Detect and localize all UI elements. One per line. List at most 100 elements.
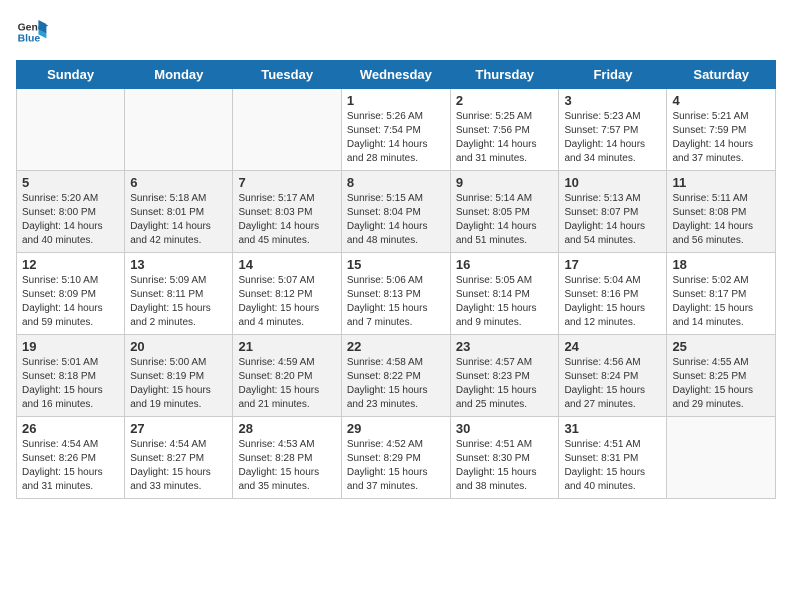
day-number: 21 (238, 339, 335, 354)
day-info: Sunrise: 4:54 AM Sunset: 8:26 PM Dayligh… (22, 438, 119, 494)
day-info: Sunrise: 5:15 AM Sunset: 8:04 PM Dayligh… (347, 192, 445, 248)
day-header-tuesday: Tuesday (233, 61, 341, 89)
day-header-friday: Friday (559, 61, 667, 89)
day-number: 13 (130, 257, 227, 272)
day-number: 20 (130, 339, 227, 354)
day-number: 18 (672, 257, 770, 272)
day-number: 6 (130, 175, 227, 190)
day-info: Sunrise: 4:53 AM Sunset: 8:28 PM Dayligh… (238, 438, 335, 494)
day-number: 5 (22, 175, 119, 190)
calendar-cell: 31 Sunrise: 4:51 AM Sunset: 8:31 PM Dayli… (559, 417, 667, 499)
day-number: 19 (22, 339, 119, 354)
day-info: Sunrise: 5:21 AM Sunset: 7:59 PM Dayligh… (672, 110, 770, 166)
calendar-cell: 27 Sunrise: 4:54 AM Sunset: 8:27 PM Dayli… (125, 417, 233, 499)
calendar-cell: 5 Sunrise: 5:20 AM Sunset: 8:00 PM Daylig… (17, 171, 125, 253)
day-info: Sunrise: 5:23 AM Sunset: 7:57 PM Dayligh… (564, 110, 661, 166)
day-info: Sunrise: 5:06 AM Sunset: 8:13 PM Dayligh… (347, 274, 445, 330)
day-info: Sunrise: 5:14 AM Sunset: 8:05 PM Dayligh… (456, 192, 554, 248)
day-info: Sunrise: 5:10 AM Sunset: 8:09 PM Dayligh… (22, 274, 119, 330)
day-info: Sunrise: 5:09 AM Sunset: 8:11 PM Dayligh… (130, 274, 227, 330)
calendar-cell (233, 89, 341, 171)
calendar-cell: 20 Sunrise: 5:00 AM Sunset: 8:19 PM Dayli… (125, 335, 233, 417)
day-header-monday: Monday (125, 61, 233, 89)
day-info: Sunrise: 4:54 AM Sunset: 8:27 PM Dayligh… (130, 438, 227, 494)
calendar-cell: 23Sunrise: 4:57 AM Sunset: 8:23 PM Dayli… (450, 335, 559, 417)
day-number: 12 (22, 257, 119, 272)
calendar-cell: 7 Sunrise: 5:17 AM Sunset: 8:03 PM Daylig… (233, 171, 341, 253)
calendar-cell: 6 Sunrise: 5:18 AM Sunset: 8:01 PM Daylig… (125, 171, 233, 253)
day-number: 9 (456, 175, 554, 190)
calendar-cell: 2Sunrise: 5:25 AM Sunset: 7:56 PM Daylig… (450, 89, 559, 171)
day-info: Sunrise: 5:17 AM Sunset: 8:03 PM Dayligh… (238, 192, 335, 248)
day-info: Sunrise: 5:20 AM Sunset: 8:00 PM Dayligh… (22, 192, 119, 248)
day-info: Sunrise: 5:25 AM Sunset: 7:56 PM Dayligh… (456, 110, 554, 166)
page-header: General Blue (16, 16, 776, 48)
day-number: 11 (672, 175, 770, 190)
day-info: Sunrise: 4:59 AM Sunset: 8:20 PM Dayligh… (238, 356, 335, 412)
calendar-cell: 16Sunrise: 5:05 AM Sunset: 8:14 PM Dayli… (450, 253, 559, 335)
day-info: Sunrise: 4:51 AM Sunset: 8:30 PM Dayligh… (456, 438, 554, 494)
calendar-cell: 18 Sunrise: 5:02 AM Sunset: 8:17 PM Dayli… (667, 253, 776, 335)
calendar-cell: 21 Sunrise: 4:59 AM Sunset: 8:20 PM Dayli… (233, 335, 341, 417)
day-info: Sunrise: 5:02 AM Sunset: 8:17 PM Dayligh… (672, 274, 770, 330)
calendar-cell: 29 Sunrise: 4:52 AM Sunset: 8:29 PM Dayli… (341, 417, 450, 499)
day-header-thursday: Thursday (450, 61, 559, 89)
calendar-cell: 4 Sunrise: 5:21 AM Sunset: 7:59 PM Daylig… (667, 89, 776, 171)
day-header-sunday: Sunday (17, 61, 125, 89)
day-number: 3 (564, 93, 661, 108)
calendar-cell: 26 Sunrise: 4:54 AM Sunset: 8:26 PM Dayli… (17, 417, 125, 499)
day-info: Sunrise: 4:51 AM Sunset: 8:31 PM Dayligh… (564, 438, 661, 494)
day-number: 27 (130, 421, 227, 436)
day-number: 17 (564, 257, 661, 272)
day-info: Sunrise: 5:11 AM Sunset: 8:08 PM Dayligh… (672, 192, 770, 248)
day-info: Sunrise: 5:13 AM Sunset: 8:07 PM Dayligh… (564, 192, 661, 248)
calendar-cell: 25Sunrise: 4:55 AM Sunset: 8:25 PM Dayli… (667, 335, 776, 417)
day-info: Sunrise: 4:56 AM Sunset: 8:24 PM Dayligh… (564, 356, 661, 412)
day-number: 29 (347, 421, 445, 436)
day-number: 8 (347, 175, 445, 190)
day-info: Sunrise: 5:18 AM Sunset: 8:01 PM Dayligh… (130, 192, 227, 248)
calendar-week-row: 19 Sunrise: 5:01 AM Sunset: 8:18 PM Dayli… (17, 335, 776, 417)
calendar-cell: 24 Sunrise: 4:56 AM Sunset: 8:24 PM Dayli… (559, 335, 667, 417)
day-header-saturday: Saturday (667, 61, 776, 89)
calendar-cell: 19 Sunrise: 5:01 AM Sunset: 8:18 PM Dayli… (17, 335, 125, 417)
day-info: Sunrise: 5:01 AM Sunset: 8:18 PM Dayligh… (22, 356, 119, 412)
day-number: 10 (564, 175, 661, 190)
svg-text:Blue: Blue (18, 34, 41, 45)
days-header-row: SundayMondayTuesdayWednesdayThursdayFrid… (17, 61, 776, 89)
day-number: 28 (238, 421, 335, 436)
calendar-cell: 13 Sunrise: 5:09 AM Sunset: 8:11 PM Dayli… (125, 253, 233, 335)
day-number: 25 (672, 339, 770, 354)
calendar-table: SundayMondayTuesdayWednesdayThursdayFrid… (16, 60, 776, 499)
calendar-cell: 8 Sunrise: 5:15 AM Sunset: 8:04 PM Daylig… (341, 171, 450, 253)
day-number: 22 (347, 339, 445, 354)
day-number: 16 (456, 257, 554, 272)
day-number: 23 (456, 339, 554, 354)
calendar-cell: 28 Sunrise: 4:53 AM Sunset: 8:28 PM Dayli… (233, 417, 341, 499)
day-number: 24 (564, 339, 661, 354)
calendar-cell: 15 Sunrise: 5:06 AM Sunset: 8:13 PM Dayli… (341, 253, 450, 335)
day-info: Sunrise: 4:52 AM Sunset: 8:29 PM Dayligh… (347, 438, 445, 494)
day-info: Sunrise: 5:00 AM Sunset: 8:19 PM Dayligh… (130, 356, 227, 412)
logo: General Blue (16, 16, 48, 48)
day-info: Sunrise: 5:04 AM Sunset: 8:16 PM Dayligh… (564, 274, 661, 330)
calendar-cell: 1Sunrise: 5:26 AM Sunset: 7:54 PM Daylig… (341, 89, 450, 171)
calendar-cell: 9 Sunrise: 5:14 AM Sunset: 8:05 PM Daylig… (450, 171, 559, 253)
calendar-cell: 11 Sunrise: 5:11 AM Sunset: 8:08 PM Dayli… (667, 171, 776, 253)
day-number: 7 (238, 175, 335, 190)
calendar-cell (17, 89, 125, 171)
day-number: 15 (347, 257, 445, 272)
calendar-cell (667, 417, 776, 499)
calendar-week-row: 1Sunrise: 5:26 AM Sunset: 7:54 PM Daylig… (17, 89, 776, 171)
day-number: 14 (238, 257, 335, 272)
day-number: 4 (672, 93, 770, 108)
day-info: Sunrise: 4:58 AM Sunset: 8:22 PM Dayligh… (347, 356, 445, 412)
calendar-cell: 3 Sunrise: 5:23 AM Sunset: 7:57 PM Daylig… (559, 89, 667, 171)
calendar-cell: 30Sunrise: 4:51 AM Sunset: 8:30 PM Dayli… (450, 417, 559, 499)
day-number: 31 (564, 421, 661, 436)
calendar-week-row: 26 Sunrise: 4:54 AM Sunset: 8:26 PM Dayli… (17, 417, 776, 499)
calendar-cell: 10 Sunrise: 5:13 AM Sunset: 8:07 PM Dayli… (559, 171, 667, 253)
calendar-cell (125, 89, 233, 171)
calendar-cell: 14Sunrise: 5:07 AM Sunset: 8:12 PM Dayli… (233, 253, 341, 335)
day-number: 26 (22, 421, 119, 436)
